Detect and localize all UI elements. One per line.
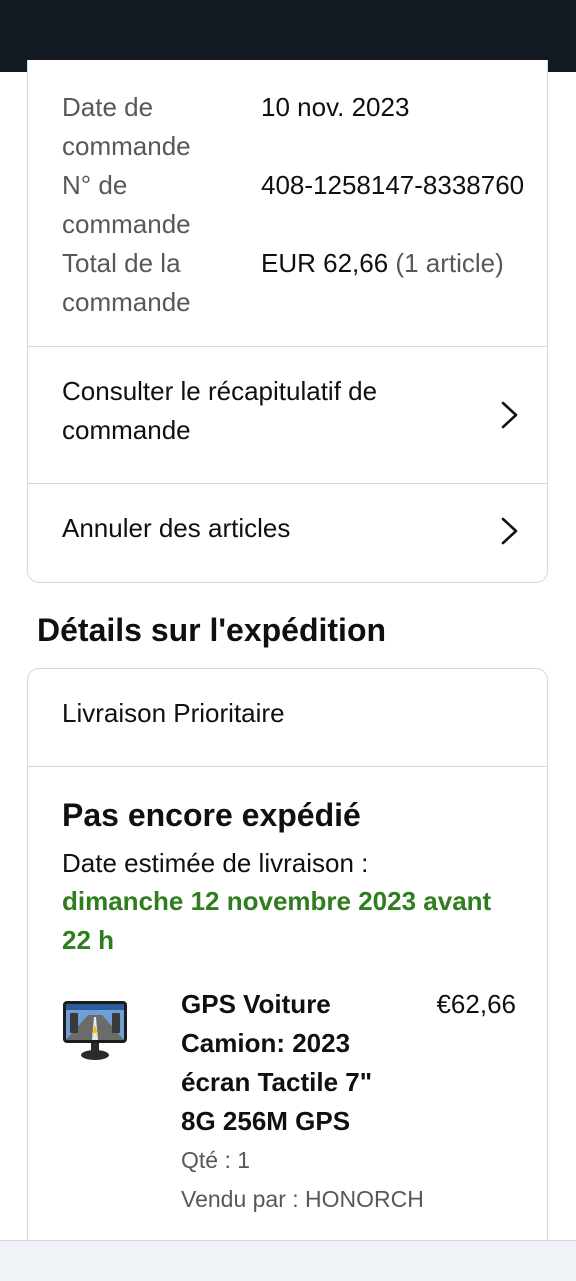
shipping-section-title: Détails sur l'expédition — [37, 612, 387, 648]
gps-device-image[interactable] — [62, 989, 128, 1069]
order-date-value: 10 nov. 2023 — [261, 92, 410, 122]
product-price: €62,66 — [436, 989, 516, 1019]
order-number-label: N° de commande — [62, 170, 191, 239]
estimated-delivery-label: Date estimée de livraison : — [62, 848, 369, 878]
chevron-right-icon — [501, 517, 518, 545]
cancel-items-label: Annuler des articles — [62, 513, 291, 543]
order-total-amount: EUR 62,66 — [261, 248, 389, 278]
order-number-row: N° de commande 408-1258147-8338760 — [62, 166, 532, 244]
product-title-link[interactable]: GPS Voiture Camion: 2023 écran Tactile 7… — [181, 985, 406, 1141]
view-order-summary-label: Consulter le récapitulatif de commande — [62, 376, 378, 445]
order-summary-card: Date de commande 10 nov. 2023 N° de comm… — [27, 60, 548, 583]
order-total-label: Total de la commande — [62, 248, 191, 317]
bottom-navigation-bar — [0, 1240, 576, 1281]
shipment-card: Livraison Prioritaire Pas encore expédié… — [27, 668, 548, 1280]
divider — [28, 766, 547, 767]
estimated-delivery-date: dimanche 12 novembre 2023 avant 22 h — [62, 886, 492, 955]
order-total-row: Total de la commande EUR 62,66 (1 articl… — [62, 244, 532, 322]
order-total-items: (1 article) — [388, 248, 504, 278]
product-quantity: Qté : 1 — [181, 1147, 251, 1173]
shipping-method: Livraison Prioritaire — [62, 698, 285, 728]
product-seller: Vendu par : HONORCH — [181, 1186, 424, 1212]
view-order-summary-link[interactable]: Consulter le récapitulatif de commande — [28, 347, 547, 483]
order-date-row: Date de commande 10 nov. 2023 — [62, 88, 532, 166]
order-number-value: 408-1258147-8338760 — [261, 170, 525, 200]
shipment-status: Pas encore expédié — [62, 797, 361, 833]
cancel-items-link[interactable]: Annuler des articles — [28, 484, 547, 582]
order-total-value: EUR 62,66 (1 article) — [261, 244, 531, 283]
order-date-label: Date de commande — [62, 92, 191, 161]
chevron-right-icon — [501, 401, 518, 429]
